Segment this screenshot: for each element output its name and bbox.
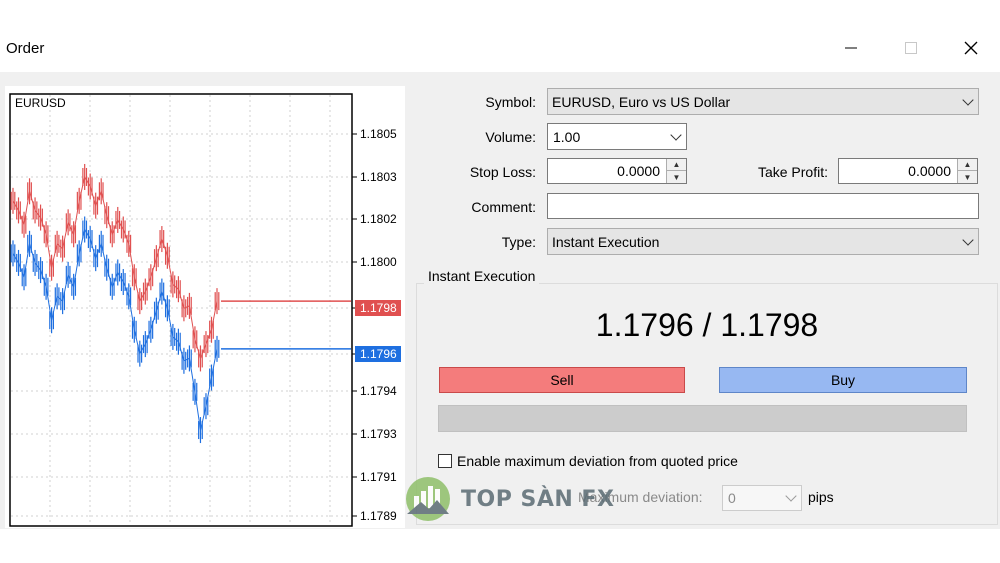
stop-loss-spinner[interactable]: ▲ ▼: [666, 159, 686, 183]
watermark-logo: TOP SÀN FX: [405, 476, 614, 522]
price-axis-label: 1.1794: [360, 384, 397, 398]
type-label: Type:: [501, 234, 536, 250]
symbol-select-value: EURUSD, Euro vs US Dollar: [552, 93, 731, 110]
max-deviation-select: 0: [722, 485, 802, 511]
minimize-button[interactable]: [836, 36, 866, 60]
max-deviation-checkbox-label: Enable maximum deviation from quoted pri…: [457, 453, 738, 469]
price-axis-label: 1.1791: [360, 470, 397, 484]
spin-up-icon[interactable]: ▲: [667, 159, 686, 171]
mountain-logo-icon: [406, 477, 450, 521]
pips-label: pips: [808, 489, 834, 505]
spin-down-icon[interactable]: ▼: [667, 171, 686, 183]
price-axis-label: 1.1805: [360, 127, 397, 141]
price-axis-label: 1.1796: [360, 347, 397, 361]
watermark-text: TOP SÀN FX: [461, 486, 615, 512]
max-deviation-checkbox[interactable]: [438, 454, 452, 468]
comment-input[interactable]: [547, 193, 979, 219]
max-deviation-value: 0: [728, 490, 736, 506]
chevron-down-icon: [670, 128, 682, 141]
price-axis-label: 1.1802: [360, 212, 397, 226]
chart-symbol-label: EURUSD: [15, 96, 66, 110]
spin-up-icon[interactable]: ▲: [958, 159, 977, 171]
execution-group-title: Instant Execution: [424, 268, 540, 284]
maximize-button: [896, 36, 926, 60]
take-profit-field[interactable]: 0.0000 ▲ ▼: [838, 158, 978, 184]
bid-ask-quote: 1.1796 / 1.1798: [595, 307, 819, 343]
close-button[interactable]: [956, 36, 986, 60]
spin-down-icon[interactable]: ▼: [958, 171, 977, 183]
price-axis-label: 1.1789: [360, 509, 397, 523]
volume-select[interactable]: 1.00: [547, 123, 687, 150]
order-type-select[interactable]: Instant Execution: [547, 228, 979, 255]
close-icon: [964, 41, 978, 55]
comment-label: Comment:: [471, 199, 536, 215]
symbol-label: Symbol:: [485, 94, 536, 110]
symbol-select[interactable]: EURUSD, Euro vs US Dollar: [547, 88, 979, 115]
chevron-down-icon: [785, 490, 797, 502]
take-profit-label: Take Profit:: [757, 164, 828, 180]
price-axis-label: 1.1798: [360, 301, 397, 315]
maximize-icon: [905, 42, 917, 54]
price-axis-label: 1.1803: [360, 170, 397, 184]
take-profit-value: 0.0000: [908, 163, 951, 179]
minimize-icon: [845, 47, 857, 49]
order-type-value: Instant Execution: [552, 233, 660, 250]
window-title: Order: [6, 40, 45, 57]
volume-value: 1.00: [553, 128, 581, 145]
chevron-down-icon: [962, 233, 974, 246]
stop-loss-value: 0.0000: [617, 163, 660, 179]
stop-loss-field[interactable]: 0.0000 ▲ ▼: [547, 158, 687, 184]
price-axis-label: 1.1800: [360, 255, 397, 269]
tick-chart-svg: 1.1805 1.1803 1.1802 1.1800 1.1798 1.1796 1.17…: [9, 93, 401, 527]
tick-chart: 1.1805 1.1803 1.1802 1.1800 1.1798 1.1796 1.17…: [5, 86, 405, 528]
execution-progress-bar: [438, 405, 967, 432]
chevron-down-icon: [962, 93, 974, 106]
volume-label: Volume:: [485, 129, 536, 145]
stop-loss-label: Stop Loss:: [469, 164, 536, 180]
take-profit-spinner[interactable]: ▲ ▼: [957, 159, 977, 183]
price-axis-label: 1.1793: [360, 427, 397, 441]
buy-button[interactable]: Buy: [719, 367, 967, 393]
sell-button[interactable]: Sell: [439, 367, 685, 393]
